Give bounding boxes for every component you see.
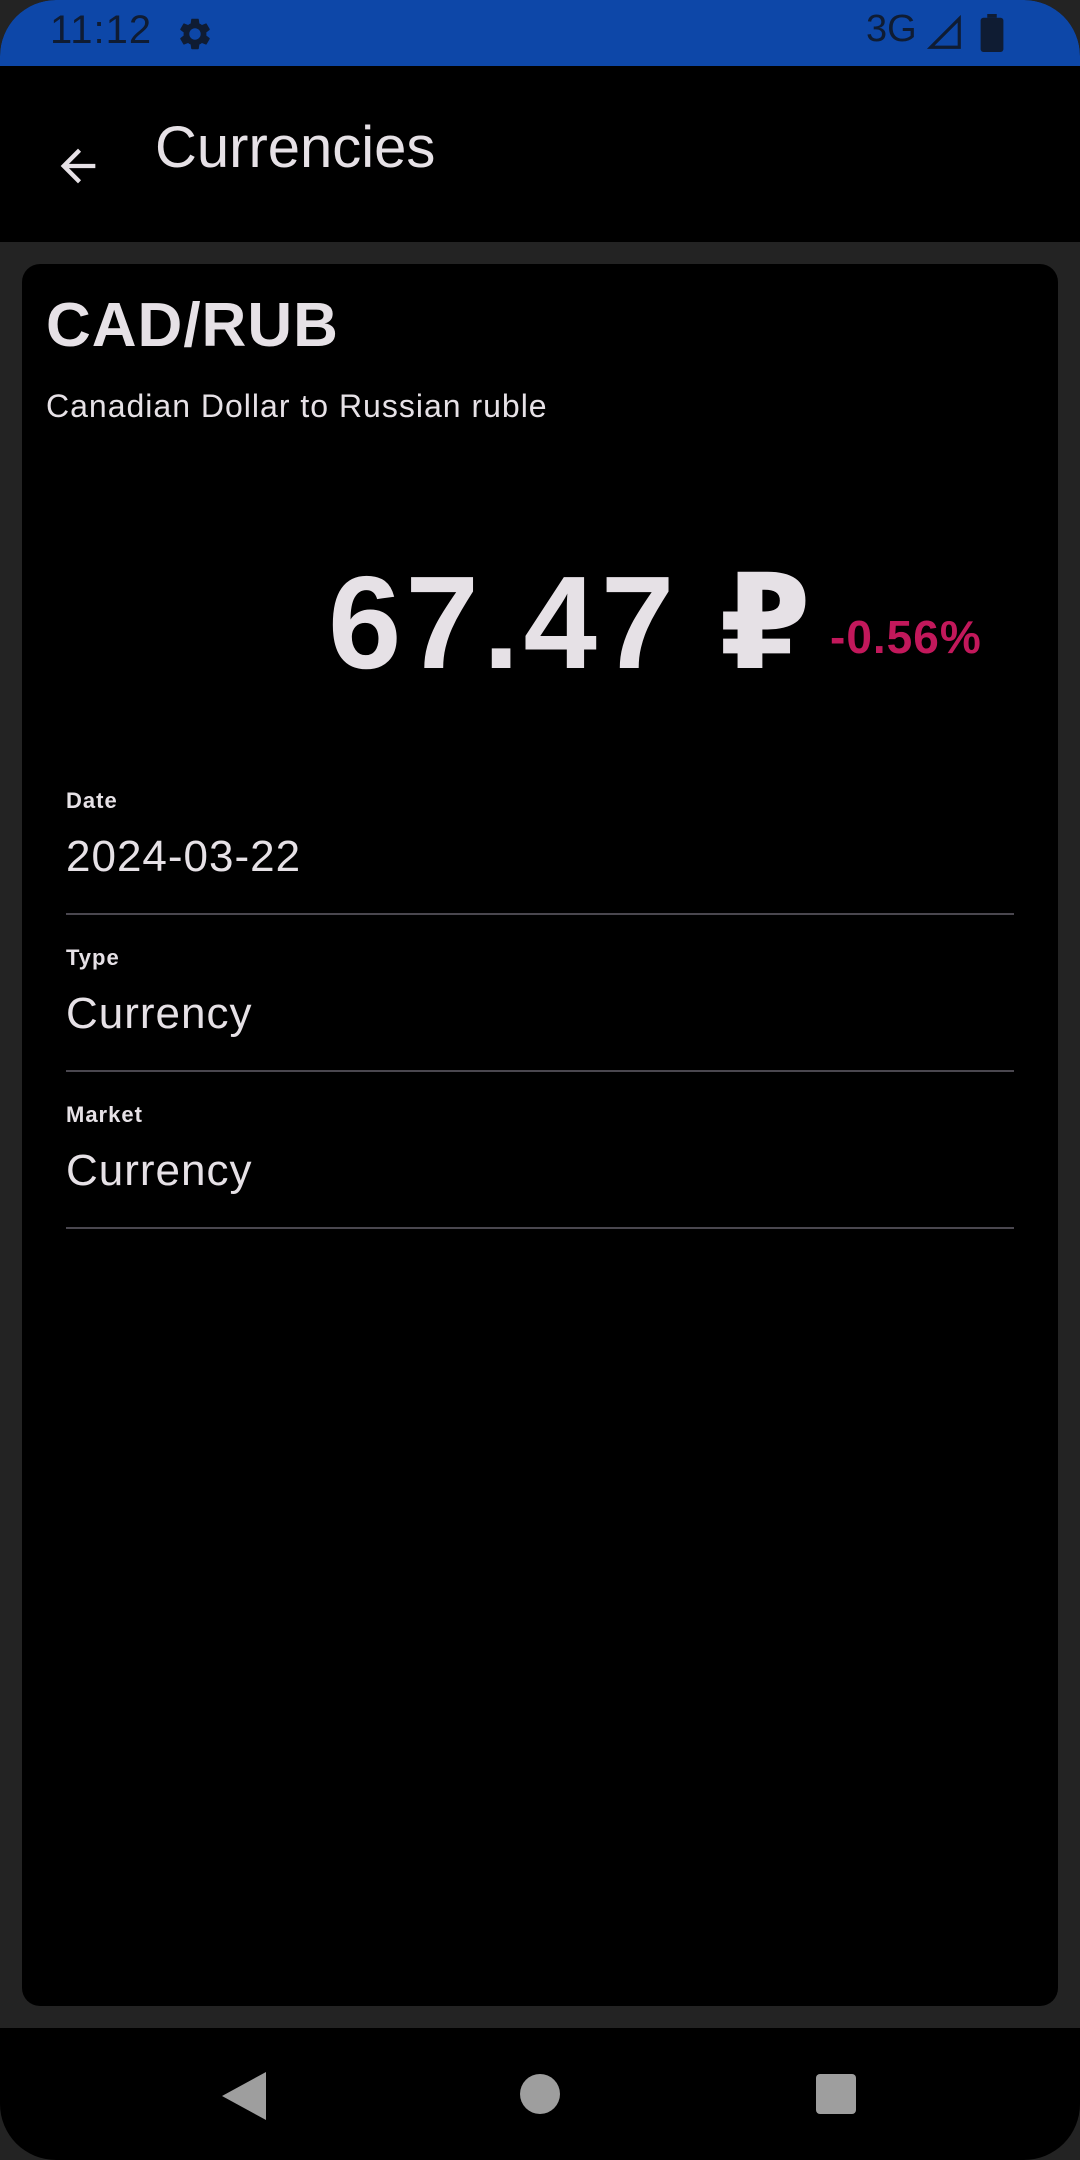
- market-label: Market: [66, 1102, 143, 1127]
- nav-recents-icon[interactable]: [816, 2074, 856, 2114]
- back-button[interactable]: [30, 118, 126, 214]
- currency-pair-description: Canadian Dollar to Russian ruble: [46, 388, 548, 424]
- type-value: Currency: [66, 989, 253, 1038]
- nav-back-icon[interactable]: [222, 2072, 266, 2120]
- nav-home-icon[interactable]: [520, 2074, 560, 2114]
- status-time: 11:12: [50, 8, 153, 52]
- battery-icon: [980, 14, 1004, 52]
- system-nav-bar: [0, 2028, 1080, 2160]
- screen: 11:12 3G Currencies CAD/RUB Canadian Dol…: [0, 0, 1080, 2160]
- price-value: 67.47 ₽: [328, 549, 815, 696]
- currency-detail-card: CAD/RUB Canadian Dollar to Russian ruble…: [22, 264, 1058, 2006]
- date-field: Date 2024-03-22: [66, 788, 1014, 915]
- date-label: Date: [66, 788, 118, 813]
- signal-icon: [926, 14, 961, 49]
- arrow-left-icon: [60, 148, 96, 184]
- settings-gear-icon: [180, 18, 210, 50]
- market-value: Currency: [66, 1146, 253, 1195]
- currency-pair-title: CAD/RUB: [46, 291, 339, 360]
- network-type: 3G: [866, 8, 917, 50]
- type-label: Type: [66, 945, 120, 970]
- market-field: Market Currency: [66, 1102, 1014, 1229]
- price-row: 67.47 ₽ -0.56%: [22, 546, 1058, 696]
- type-field: Type Currency: [66, 945, 1014, 1072]
- date-value: 2024-03-22: [66, 832, 302, 881]
- status-bar: 11:12 3G: [0, 0, 1080, 66]
- app-bar: Currencies: [0, 66, 1080, 242]
- page-title: Currencies: [155, 115, 436, 180]
- price-change: -0.56%: [830, 611, 982, 663]
